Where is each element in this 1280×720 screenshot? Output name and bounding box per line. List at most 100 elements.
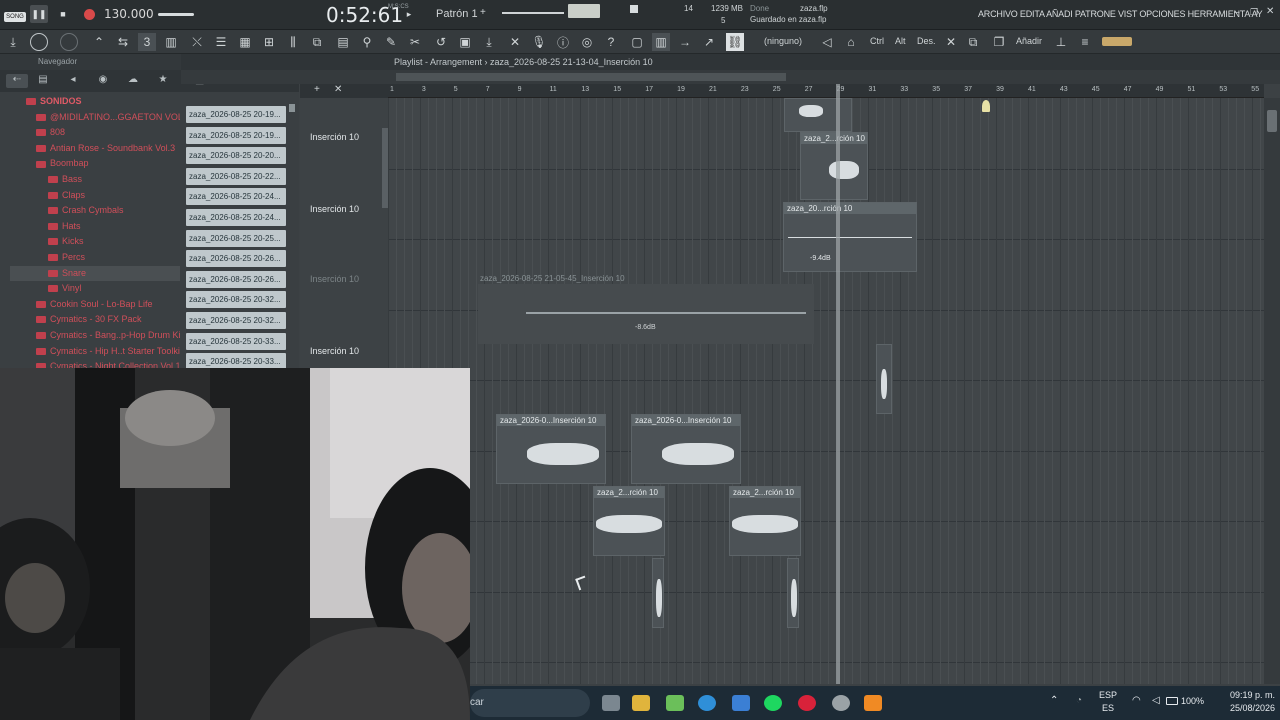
wave-tool-icon[interactable]: ⌃ bbox=[90, 33, 108, 51]
master-volume-slider[interactable] bbox=[158, 13, 194, 16]
cross-icon[interactable]: ✕ bbox=[942, 33, 960, 51]
audio-clip-4[interactable] bbox=[876, 344, 892, 414]
system-clock[interactable]: 09:19 p. m. 25/08/2026 bbox=[1215, 689, 1275, 715]
audio-clip-2[interactable]: zaza_20...rción 10 -9.4dB bbox=[783, 202, 917, 272]
channel-rack-icon[interactable]: ⊞ bbox=[260, 33, 278, 51]
browser-tree-item[interactable]: @MIDILATINO...GGAETON VOL. 1 bbox=[10, 110, 180, 126]
browser-tree-item[interactable]: Cymatics - Hip H..t Starter Toolkit bbox=[10, 344, 180, 360]
ctrl-button[interactable]: Ctrl bbox=[870, 36, 884, 46]
marker-icon[interactable] bbox=[982, 100, 990, 112]
browser-tree-item[interactable]: Vinyl bbox=[10, 281, 180, 297]
clip-ghost-title[interactable]: zaza_2026-08-25 21-05-45_Inserción 10 bbox=[480, 274, 625, 283]
stop-button[interactable]: ■ bbox=[54, 5, 72, 23]
marker-icon[interactable]: ⊥ bbox=[1052, 33, 1070, 51]
star-icon[interactable]: ★ bbox=[156, 74, 170, 88]
undo-icon[interactable]: ↺ bbox=[432, 33, 450, 51]
tempo-display[interactable]: 130.000 bbox=[104, 7, 154, 21]
track-name-4[interactable]: Inserción 10 bbox=[310, 346, 359, 356]
clip-list-item[interactable]: zaza_2026-08-25 20-26... bbox=[186, 250, 286, 268]
taskbar-search-input[interactable]: car bbox=[470, 689, 590, 717]
vertical-scrollbar[interactable] bbox=[1264, 98, 1280, 684]
cut-icon[interactable]: ✂ bbox=[406, 33, 424, 51]
tray-chevron-icon[interactable]: ⌃ bbox=[1050, 695, 1058, 706]
clear-icon[interactable]: ✕ bbox=[506, 33, 524, 51]
pattern-selector[interactable]: Patrón 1 bbox=[416, 5, 500, 23]
browser-back-icon[interactable]: ⇠ bbox=[6, 74, 28, 88]
copy-icon[interactable]: ⧉ bbox=[964, 33, 982, 51]
keyboard-icon[interactable]: ▥ bbox=[652, 33, 670, 51]
audio-clip-1[interactable]: zaza_2...rción 10 bbox=[800, 132, 868, 200]
add-button[interactable]: Añadir bbox=[1016, 36, 1042, 46]
opera-icon[interactable] bbox=[798, 695, 816, 711]
overview-scroll-thumb[interactable] bbox=[396, 73, 786, 81]
clip-list-item[interactable]: zaza_2026-08-25 20-19... bbox=[186, 126, 286, 144]
close-icon[interactable]: ✕ bbox=[1266, 6, 1274, 17]
track-name-1[interactable]: Inserción 10 bbox=[310, 132, 359, 142]
list-icon[interactable]: ≡ bbox=[1076, 33, 1094, 51]
browser-tree-item[interactable]: Antian Rose - Soundbank Vol.3 bbox=[10, 141, 180, 157]
plugin-browser-icon[interactable]: ◉ bbox=[96, 74, 110, 88]
menu-archivo[interactable]: ARCHIVO bbox=[978, 9, 1018, 19]
clip-list-item[interactable]: zaza_2026-08-25 20-33... bbox=[186, 332, 286, 350]
menu-patrone[interactable]: PATRONE bbox=[1075, 9, 1116, 19]
clip-list-item[interactable]: zaza_2026-08-25 20-32... bbox=[186, 312, 286, 329]
playlist-icon[interactable]: ☰ bbox=[212, 33, 230, 51]
clip-list-item[interactable]: zaza_2026-08-25 20-22... bbox=[186, 167, 286, 185]
snap-selector[interactable]: (ninguno) bbox=[764, 36, 802, 46]
knob-icon[interactable] bbox=[60, 33, 78, 51]
audio-clip-8[interactable]: zaza_2...rción 10 bbox=[729, 486, 801, 556]
volume-icon[interactable]: ◁ bbox=[1152, 695, 1160, 706]
browser-tree-item[interactable]: Cymatics - Bang..p-Hop Drum Kit bbox=[10, 328, 180, 344]
menu-edita[interactable]: EDITA bbox=[1020, 9, 1045, 19]
playlist-grid[interactable]: zaza_2...rción 10 zaza_20...rción 10 -9.… bbox=[388, 98, 1264, 684]
stamp-icon[interactable]: ⌂ bbox=[842, 33, 860, 51]
info-icon[interactable]: ⓘ bbox=[554, 33, 572, 51]
arrow-right-icon[interactable]: → bbox=[676, 33, 694, 51]
browser-icon[interactable]: ▤ bbox=[334, 33, 352, 51]
pause-button[interactable]: ❚❚ bbox=[30, 5, 48, 23]
browser-tree-item[interactable]: Percs bbox=[10, 250, 180, 266]
audio-clip-10[interactable] bbox=[787, 558, 799, 628]
edge-icon[interactable] bbox=[698, 695, 716, 711]
mic-tray-icon[interactable]: ◔ bbox=[1076, 695, 1082, 706]
track-name-3[interactable]: Inserción 10 bbox=[310, 274, 359, 284]
record-button[interactable] bbox=[80, 5, 98, 23]
wifi-icon[interactable]: ◠ bbox=[1132, 695, 1141, 706]
loop-icon[interactable]: ⇆ bbox=[114, 33, 132, 51]
audio-clip-9[interactable] bbox=[652, 558, 664, 628]
playhead[interactable] bbox=[836, 84, 840, 684]
instrument-preview[interactable] bbox=[1102, 37, 1132, 46]
mixer-icon[interactable]: ⫼ bbox=[284, 33, 302, 51]
speech-icon[interactable]: ◎ bbox=[578, 33, 596, 51]
browser-tree-item[interactable]: Cookin Soul - Lo-Bap Life bbox=[10, 297, 180, 313]
step-icon[interactable]: 3 bbox=[138, 33, 156, 51]
fl-studio-icon[interactable] bbox=[864, 695, 882, 711]
spotify-icon[interactable] bbox=[764, 695, 782, 711]
clip-list-item[interactable]: zaza_2026-08-25 20-32... bbox=[186, 291, 286, 309]
browser-tree-item[interactable]: Cymatics - 30 FX Pack bbox=[10, 312, 180, 328]
settings-icon[interactable] bbox=[832, 695, 850, 711]
window-icon[interactable]: ▢ bbox=[628, 33, 646, 51]
browser-tree-item[interactable]: Crash Cymbals bbox=[10, 203, 180, 219]
piano-roll-icon[interactable]: ▦ bbox=[236, 33, 254, 51]
help-icon[interactable]: ? bbox=[602, 33, 620, 51]
save-icon[interactable]: ▣ bbox=[456, 33, 474, 51]
audio-clip-0[interactable] bbox=[784, 98, 852, 132]
audio-clip-7[interactable]: zaza_2...rción 10 bbox=[593, 486, 665, 556]
pattern-add-icon[interactable]: + bbox=[480, 7, 486, 18]
menu-opciones[interactable]: OPCIONES bbox=[1139, 9, 1185, 19]
tools-icon[interactable]: ✎ bbox=[382, 33, 400, 51]
file-icon[interactable]: ▤ bbox=[36, 74, 50, 88]
audio-clip-3-muted[interactable]: -8.6dB bbox=[478, 284, 814, 344]
browser-tree-item[interactable]: Kicks bbox=[10, 234, 180, 250]
clip-list-item[interactable]: zaza_2026-08-25 20-20... bbox=[186, 147, 286, 165]
clip-list-item[interactable]: zaza_2026-08-25 20-19... bbox=[186, 106, 286, 123]
browser-tree-item[interactable]: SONIDOS bbox=[10, 94, 180, 110]
render-icon[interactable]: ⤓ bbox=[480, 33, 498, 51]
battery-icon[interactable] bbox=[1166, 697, 1178, 705]
audio-clip-6[interactable]: zaza_2026-0...Inserción 10 bbox=[631, 414, 741, 484]
clip-list-item[interactable]: zaza_2026-08-25 20-24... bbox=[186, 188, 286, 206]
alt-button[interactable]: Alt bbox=[895, 36, 906, 46]
piano-icon[interactable]: ▥ bbox=[162, 33, 180, 51]
clip-list-item[interactable]: zaza_2026-08-25 20-25... bbox=[186, 229, 286, 247]
